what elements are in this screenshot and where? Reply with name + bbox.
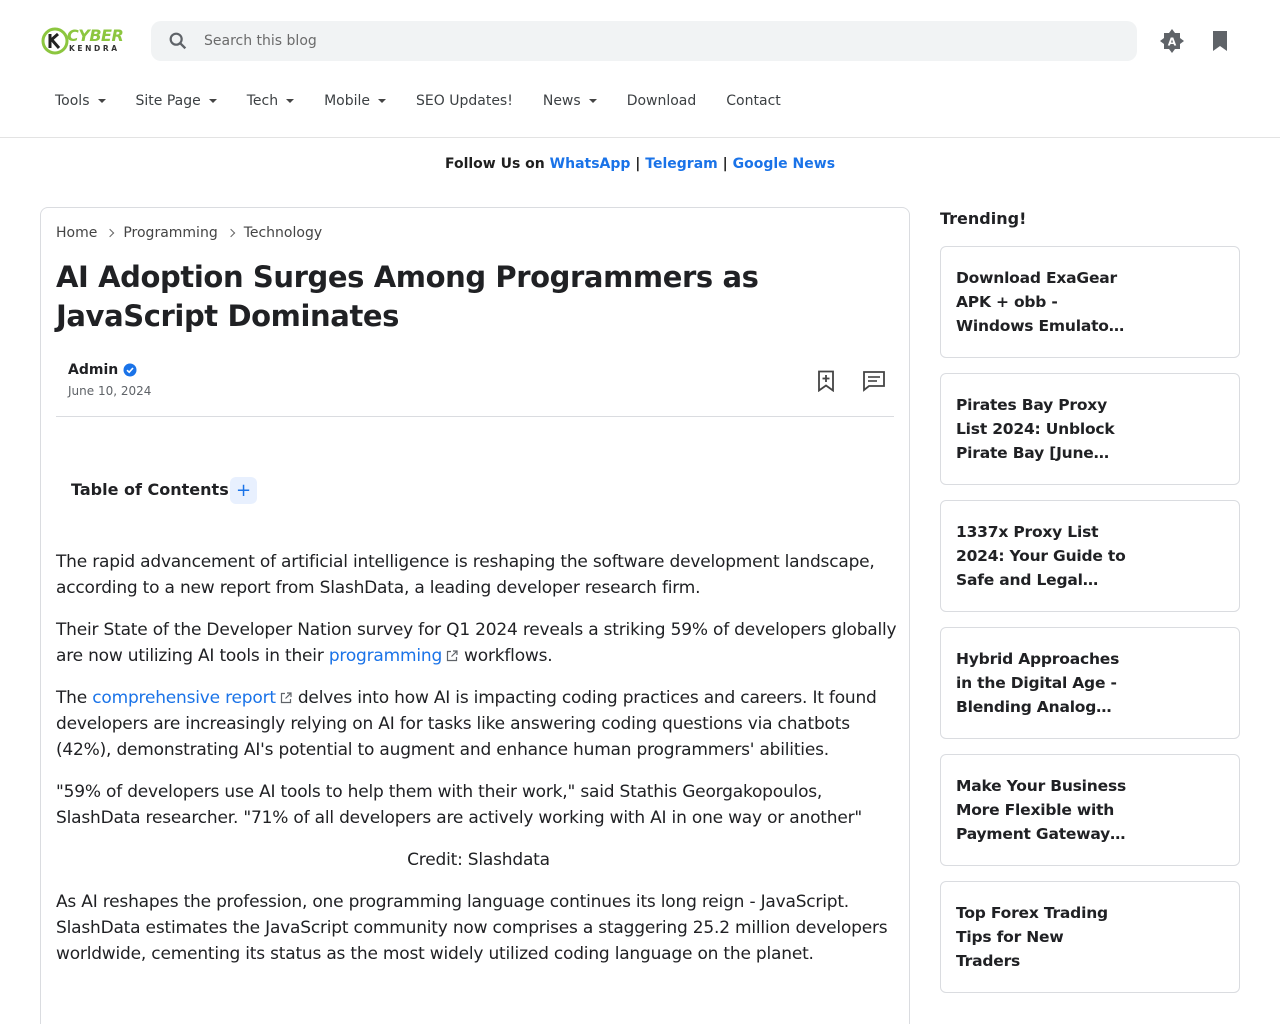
theme-toggle-icon[interactable]: A [1159,28,1185,54]
whatsapp-link[interactable]: WhatsApp [550,156,631,172]
trending-title: Make Your Business More Flexible with Pa… [956,777,1126,843]
site-header: CYBER KENDRA A Tools Site Page Tech Mobi… [0,0,1280,138]
trending-card[interactable]: Make Your Business More Flexible with Pa… [940,754,1240,866]
site-logo[interactable]: CYBER KENDRA [40,25,136,57]
paragraph-text: workflows. [464,646,553,666]
toc-title: Table of Contents [71,480,229,499]
chevron-down-icon [286,99,295,103]
telegram-link[interactable]: Telegram [645,156,717,172]
nav-label: Tech [246,93,279,109]
image-credit: Credit: Slashdata [407,850,550,870]
article-title: AI Adoption Surges Among Programmers as … [56,260,759,333]
nav-news[interactable]: News [528,84,612,118]
trending-title: Download ExaGear APK + obb - Windows Emu… [956,269,1117,335]
trending-card[interactable]: Pirates Bay Proxy List 2024: Unblock Pir… [940,373,1240,485]
paragraph-text: The [56,688,93,708]
nav-label: SEO Updates! [416,93,513,109]
author-name[interactable]: Admin [68,362,137,378]
trending-card[interactable]: Hybrid Approaches in the Digital Age - B… [940,627,1240,739]
separator: | [722,156,728,172]
follow-prefix: Follow Us on [444,156,545,172]
paragraph: As AI reshapes the profession, one progr… [56,892,888,964]
trending-card[interactable]: Top Forex Trading Tips for New Traders [940,881,1240,993]
comment-icon[interactable] [862,370,886,392]
paragraph: The comprehensive report delves into how … [56,685,901,763]
divider [56,416,894,417]
chevron-down-icon [588,99,597,103]
paragraph: Their State of the Developer Nation surv… [56,617,901,669]
breadcrumb-programming[interactable]: Programming [123,225,217,241]
external-link-icon [280,692,292,704]
separator: | [635,156,641,172]
paragraph: The rapid advancement of artificial inte… [56,552,875,598]
programming-link[interactable]: programming [329,646,442,666]
paragraph: "59% of developers use AI tools to help … [56,782,862,828]
nav-label: Site Page [135,93,201,109]
nav-label: Tools [55,93,90,109]
nav-tools[interactable]: Tools [40,84,121,118]
svg-text:A: A [1168,36,1177,49]
comprehensive-report-link[interactable]: comprehensive report [92,688,276,708]
external-link-icon [446,650,458,662]
main-nav: Tools Site Page Tech Mobile SEO Updates!… [40,84,796,118]
chevron-down-icon [208,99,217,103]
article-card: Home Programming Technology AI Adoption … [40,207,910,1024]
logo-text-top: CYBER [67,26,124,45]
search-icon[interactable] [167,30,189,52]
nav-label: News [542,93,581,109]
search-bar[interactable] [151,21,1137,61]
chevron-right-icon [106,228,115,238]
chevron-right-icon [226,228,235,238]
breadcrumb: Home Programming Technology [56,225,322,241]
nav-contact[interactable]: Contact [711,84,795,118]
author-label: Admin [68,362,119,378]
chevron-down-icon [97,99,106,103]
nav-seo-updates[interactable]: SEO Updates! [401,84,528,118]
trending-title: Hybrid Approaches in the Digital Age - B… [956,650,1120,716]
trending-card[interactable]: Download ExaGear APK + obb - Windows Emu… [940,246,1240,358]
toc-toggle-button[interactable]: + [230,477,257,504]
logo-mark-icon [41,27,69,55]
logo-text-bottom: KENDRA [69,44,120,53]
follow-banner: Follow Us on WhatsApp | Telegram | Googl… [0,156,1280,172]
nav-label: Download [626,93,697,109]
publish-date: June 10, 2024 [68,384,152,398]
nav-site-page[interactable]: Site Page [121,84,232,118]
breadcrumb-technology[interactable]: Technology [244,225,322,241]
google-news-link[interactable]: Google News [733,156,835,172]
article-body: The rapid advancement of artificial inte… [56,549,901,983]
bookmarks-icon[interactable] [1210,30,1230,52]
nav-label: Mobile [324,93,371,109]
nav-mobile[interactable]: Mobile [309,84,401,118]
nav-label: Contact [726,93,781,109]
trending-title: 1337x Proxy List 2024: Your Guide to Saf… [956,523,1126,589]
trending-title: Pirates Bay Proxy List 2024: Unblock Pir… [956,396,1115,462]
nav-download[interactable]: Download [612,84,712,118]
chevron-down-icon [378,99,387,103]
breadcrumb-home[interactable]: Home [56,225,97,241]
trending-title: Top Forex Trading Tips for New Traders [956,904,1108,970]
trending-card[interactable]: 1337x Proxy List 2024: Your Guide to Saf… [940,500,1240,612]
search-input[interactable] [204,21,1104,61]
add-bookmark-icon[interactable] [816,370,836,392]
verified-icon [123,363,137,377]
nav-tech[interactable]: Tech [232,84,309,118]
trending-heading: Trending! [940,209,1027,228]
